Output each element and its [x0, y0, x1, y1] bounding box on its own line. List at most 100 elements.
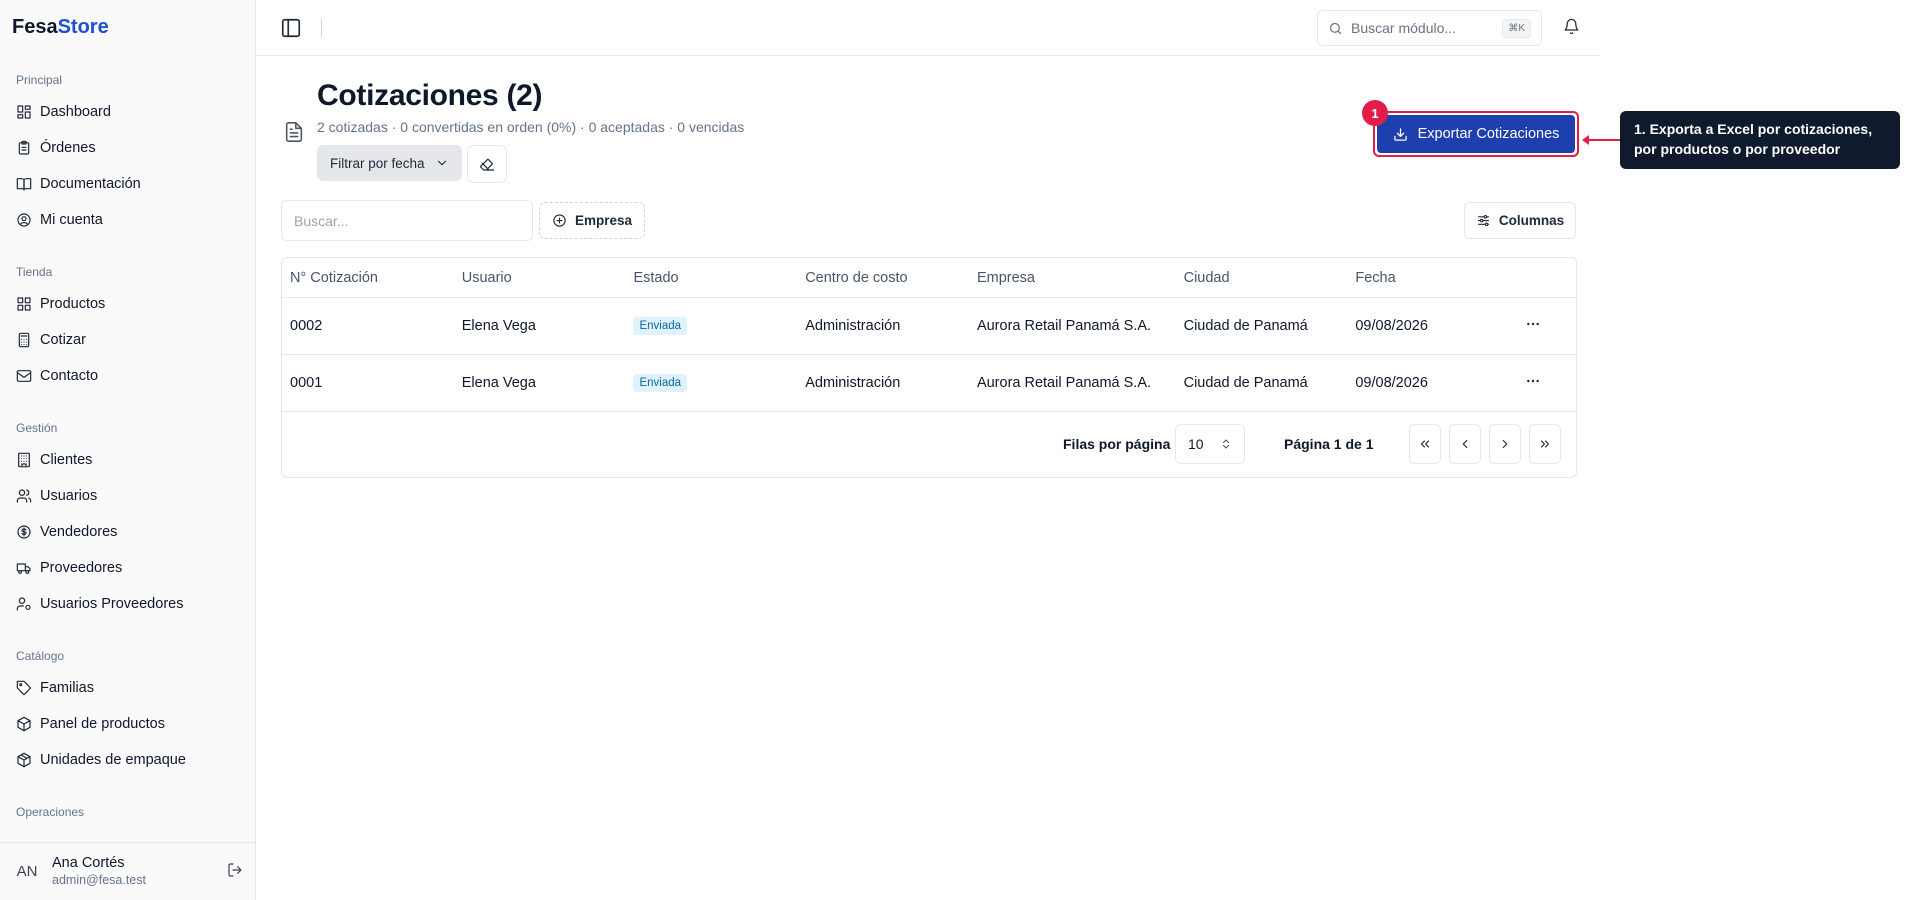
- group-label: Gestión: [16, 421, 58, 435]
- sidebar-item-label: Mi cuenta: [40, 212, 103, 228]
- cell-fecha: 09/08/2026: [1355, 318, 1428, 334]
- chevron-down-icon: [437, 160, 446, 166]
- sidebar-item-label: Documentación: [40, 176, 141, 192]
- sidebar-item-usuarios-proveedores[interactable]: Usuarios Proveedores: [8, 586, 247, 622]
- cell-numero: 0001: [290, 375, 323, 391]
- sidebar-item-documentacion[interactable]: Documentación: [8, 166, 247, 202]
- sidebar-item-usuarios[interactable]: Usuarios: [8, 478, 247, 514]
- sidebar-item-cotizar[interactable]: Cotizar: [8, 322, 247, 358]
- more-horizontal-icon: [1527, 379, 1539, 383]
- sidebar-item-productos[interactable]: Productos: [8, 286, 247, 322]
- prev-page-button[interactable]: [1449, 424, 1481, 464]
- column-header-ciudad[interactable]: Ciudad: [1176, 270, 1348, 286]
- chevrons-left-icon: [1420, 440, 1430, 448]
- tour-connector: [1586, 139, 1620, 141]
- table-row[interactable]: 0002 Elena Vega Enviada Administración A…: [282, 298, 1576, 355]
- more-horizontal-icon: [1527, 322, 1539, 326]
- column-header-numero[interactable]: N° Cotización: [282, 270, 454, 286]
- sidebar-item-label: Clientes: [40, 452, 93, 468]
- rows-per-page-label: Filas por página: [1063, 436, 1171, 452]
- page-info: Página 1 de 1: [1284, 436, 1374, 452]
- package-icon: [17, 716, 31, 732]
- export-label: Exportar Cotizaciones: [1417, 126, 1560, 142]
- group-label: Tienda: [16, 265, 53, 279]
- sidebar-item-familias[interactable]: Familias: [8, 670, 247, 706]
- user-profile[interactable]: AN Ana Cortés admin@fesa.test: [0, 842, 255, 900]
- cell-empresa: Aurora Retail Panamá S.A.: [976, 318, 1152, 334]
- sidebar-item-mi-cuenta[interactable]: Mi cuenta: [8, 202, 247, 238]
- clear-filters-button[interactable]: [467, 145, 507, 183]
- columns-label: Columnas: [1498, 213, 1565, 228]
- box-icon: [17, 752, 31, 768]
- building-icon: [18, 452, 30, 468]
- notifications-button[interactable]: [1563, 18, 1580, 39]
- table-row[interactable]: 0001 Elena Vega Enviada Administración A…: [282, 355, 1576, 412]
- table-search-input[interactable]: Buscar...: [281, 200, 533, 241]
- truck-icon: [16, 563, 31, 574]
- sidebar-item-vendedores[interactable]: Vendedores: [8, 514, 247, 550]
- cell-usuario: Elena Vega: [461, 375, 536, 391]
- row-actions-button[interactable]: [1517, 373, 1576, 393]
- columns-button[interactable]: Columnas: [1464, 202, 1576, 239]
- rows-per-page-value: 10: [1188, 436, 1204, 452]
- dollar-circle-icon: [17, 525, 31, 539]
- cell-centro: Administración: [805, 318, 901, 334]
- nav-group-tienda: Tienda Productos Cotizar Contacto: [0, 248, 255, 404]
- module-search-input[interactable]: Buscar módulo... ⌘K: [1317, 10, 1542, 46]
- column-header-estado[interactable]: Estado: [625, 270, 797, 286]
- sidebar-item-clientes[interactable]: Clientes: [8, 442, 247, 478]
- page-title: Cotizaciones (2): [317, 79, 543, 112]
- bell-icon: [1564, 18, 1579, 35]
- row-actions-button[interactable]: [1517, 316, 1576, 336]
- brand-logo[interactable]: FesaStore: [0, 0, 255, 56]
- sidebar-item-label: Órdenes: [40, 140, 96, 156]
- group-label: Catálogo: [16, 649, 65, 663]
- user-cog-icon: [16, 597, 31, 611]
- sidebar-item-unidades-de-empaque[interactable]: Unidades de empaque: [8, 742, 247, 778]
- column-header-usuario[interactable]: Usuario: [454, 270, 626, 286]
- sidebar-item-dashboard[interactable]: Dashboard: [8, 94, 247, 130]
- sidebar-item-label: Usuarios: [40, 488, 98, 504]
- column-header-centro[interactable]: Centro de costo: [797, 270, 969, 286]
- tour-tooltip: 1. Exporta a Excel por cotizaciones, por…: [1620, 111, 1900, 169]
- search-icon: [1329, 22, 1342, 34]
- logout-button[interactable]: [227, 862, 243, 882]
- sidebar-item-ordenes[interactable]: Órdenes: [8, 130, 247, 166]
- empresa-filter-button[interactable]: Empresa: [539, 202, 646, 239]
- sidebar-item-panel-de-productos[interactable]: Panel de productos: [8, 706, 247, 742]
- column-header-fecha[interactable]: Fecha: [1347, 270, 1517, 286]
- dashboard-icon: [17, 105, 31, 119]
- sidebar-nav: Principal Dashboard Órdenes Documentació…: [0, 56, 255, 842]
- tour-step-badge: 1: [1362, 100, 1388, 126]
- eraser-icon: [480, 158, 495, 171]
- user-name: Ana Cortés: [52, 854, 125, 871]
- book-icon: [16, 178, 32, 191]
- last-page-button[interactable]: [1529, 424, 1561, 464]
- cell-fecha: 09/08/2026: [1355, 375, 1428, 391]
- next-page-button[interactable]: [1489, 424, 1521, 464]
- date-filter-dropdown[interactable]: Filtrar por fecha: [317, 145, 462, 181]
- chevron-left-icon: [1462, 439, 1468, 449]
- rows-per-page-select[interactable]: 10: [1175, 424, 1245, 464]
- chevron-right-icon: [1502, 439, 1508, 449]
- group-label: Principal: [16, 73, 63, 87]
- cell-ciudad: Ciudad de Panamá: [1183, 318, 1308, 334]
- sidebar-item-contacto[interactable]: Contacto: [8, 358, 247, 394]
- sidebar-item-label: Panel de productos: [40, 716, 165, 732]
- nav-group-principal: Principal Dashboard Órdenes Documentació…: [0, 56, 255, 248]
- nav-group-catalogo: Catálogo Familias Panel de productos Uni…: [0, 632, 255, 788]
- module-search-placeholder: Buscar módulo...: [1351, 20, 1457, 36]
- export-quotes-button[interactable]: Exportar Cotizaciones: [1377, 115, 1575, 153]
- panel-left-icon: [281, 18, 301, 37]
- sidebar-item-proveedores[interactable]: Proveedores: [8, 550, 247, 586]
- calculator-icon: [18, 332, 30, 348]
- cell-centro: Administración: [805, 375, 901, 391]
- user-circle-icon: [17, 213, 31, 227]
- sidebar-item-label: Vendedores: [40, 524, 118, 540]
- first-page-button[interactable]: [1409, 424, 1441, 464]
- brand-part-2: Store: [57, 16, 109, 38]
- user-email: admin@fesa.test: [52, 872, 146, 887]
- cell-estado: Enviada: [625, 374, 797, 392]
- column-header-empresa[interactable]: Empresa: [969, 270, 1176, 286]
- sidebar-toggle-button[interactable]: [277, 14, 305, 42]
